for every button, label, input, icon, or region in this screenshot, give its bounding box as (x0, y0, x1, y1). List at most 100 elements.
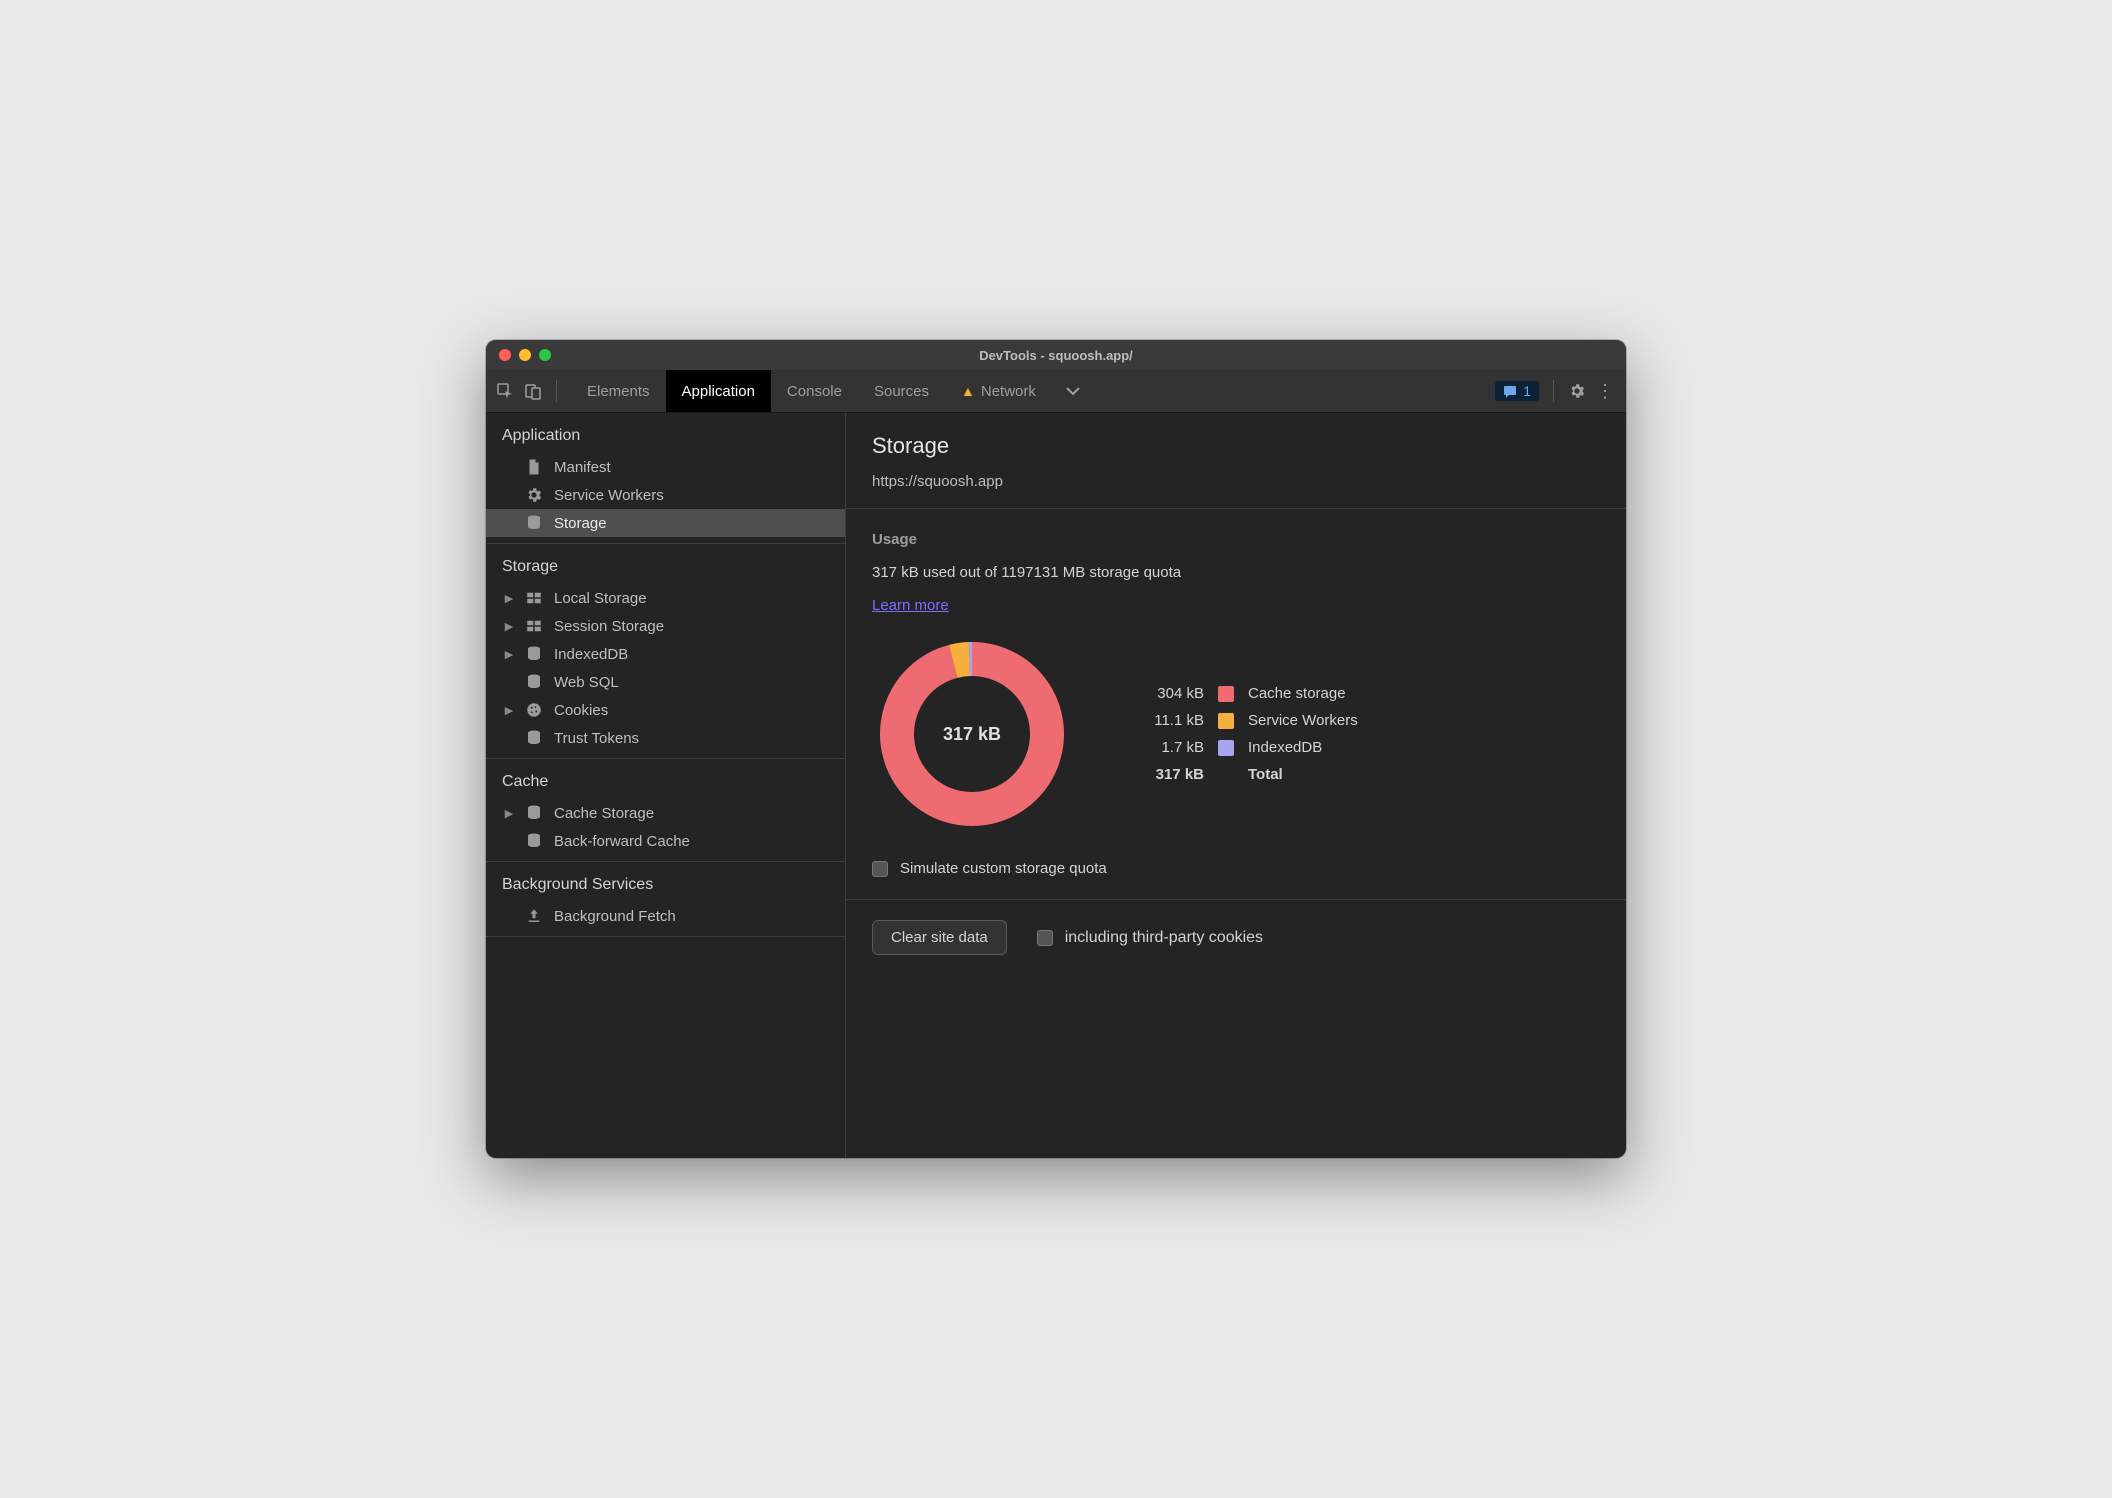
close-icon[interactable] (499, 349, 511, 361)
usage-legend: 304 kBCache storage 11.1 kB Service Worker… (1132, 685, 1358, 783)
sidebar-item-web-sql[interactable]: ▶Web SQL (486, 668, 845, 696)
upload-icon (524, 907, 544, 925)
usage-donut-chart: 317 kB (872, 634, 1072, 834)
sidebar-item-label: Storage (554, 515, 607, 532)
sidebar-group-title: Application (486, 413, 845, 453)
tab-label: Sources (874, 383, 929, 400)
device-toggle-icon[interactable] (524, 382, 542, 400)
more-tabs-icon[interactable] (1052, 385, 1094, 397)
sidebar-item-background-fetch[interactable]: ▶Background Fetch (486, 902, 845, 930)
legend-row: 304 kBCache storage (1132, 685, 1358, 702)
simulate-quota-checkbox[interactable] (872, 861, 888, 877)
sidebar-item-label: Back-forward Cache (554, 833, 690, 850)
legend-row: 1.7 kB IndexedDB (1132, 739, 1358, 756)
legend-row: 317 kBTotal (1132, 766, 1358, 783)
tab-label: Application (682, 383, 755, 400)
legend-swatch (1218, 713, 1234, 729)
legend-label: Service Workers (1248, 712, 1358, 729)
db-icon (524, 729, 544, 747)
sidebar-item-label: Background Fetch (554, 908, 676, 925)
titlebar: DevTools - squoosh.app/ (486, 340, 1626, 370)
minimize-icon[interactable] (519, 349, 531, 361)
sidebar-item-label: Local Storage (554, 590, 647, 607)
issues-badge[interactable]: 1 (1495, 381, 1539, 401)
sidebar-item-local-storage[interactable]: ▶ Local Storage (486, 584, 845, 612)
sidebar-group-title: Background Services (486, 862, 845, 902)
settings-icon[interactable] (1568, 382, 1586, 400)
sidebar-item-label: Session Storage (554, 618, 664, 635)
db-icon (524, 673, 544, 691)
sidebar-group-title: Cache (486, 759, 845, 799)
third-party-cookies-checkbox[interactable] (1037, 930, 1053, 946)
sidebar-item-label: Cookies (554, 702, 608, 719)
donut-total-label: 317 kB (872, 634, 1072, 834)
traffic-lights (486, 349, 551, 361)
tab-label: Elements (587, 383, 650, 400)
origin-url: https://squoosh.app (872, 473, 1600, 490)
sidebar-item-label: Web SQL (554, 674, 619, 691)
tab-application[interactable]: Application (666, 370, 771, 412)
sidebar-item-label: IndexedDB (554, 646, 628, 663)
clear-data-section: Clear site data including third-party co… (846, 900, 1626, 975)
cookie-icon (524, 701, 544, 719)
legend-row: 11.1 kB Service Workers (1132, 712, 1358, 729)
db-icon (524, 804, 544, 822)
sidebar-group-title: Storage (486, 544, 845, 584)
tab-sources[interactable]: Sources (858, 370, 945, 412)
panel-tabs: Elements Application Console Sources ▲ Ne… (571, 370, 1052, 412)
maximize-icon[interactable] (539, 349, 551, 361)
sidebar-item-cache-storage[interactable]: ▶ Cache Storage (486, 799, 845, 827)
sidebar-item-label: Cache Storage (554, 805, 654, 822)
sidebar-item-label: Trust Tokens (554, 730, 639, 747)
window-title: DevTools - squoosh.app/ (486, 348, 1626, 363)
devtools-window: DevTools - squoosh.app/ Elements Applica… (486, 340, 1626, 1158)
tab-network[interactable]: ▲ Network (945, 370, 1052, 412)
legend-size: 11.1 kB (1132, 712, 1204, 729)
usage-section: Usage 317 kB used out of 1197131 MB stor… (846, 509, 1626, 900)
page-title: Storage (872, 433, 1600, 459)
learn-more-link[interactable]: Learn more (872, 597, 949, 614)
legend-label: IndexedDB (1248, 739, 1322, 756)
caret-icon: ▶ (504, 620, 514, 633)
sidebar-item-back-forward-cache[interactable]: ▶Back-forward Cache (486, 827, 845, 855)
sidebar-item-manifest[interactable]: ▶Manifest (486, 453, 845, 481)
legend-size: 1.7 kB (1132, 739, 1204, 756)
warning-icon: ▲ (961, 383, 975, 399)
sidebar-item-session-storage[interactable]: ▶ Session Storage (486, 612, 845, 640)
third-party-cookies-label: including third-party cookies (1065, 929, 1263, 947)
kebab-menu-icon[interactable]: ⋮ (1596, 381, 1614, 402)
tab-console[interactable]: Console (771, 370, 858, 412)
toolbar: Elements Application Console Sources ▲ Ne… (486, 370, 1626, 413)
sidebar-item-cookies[interactable]: ▶Cookies (486, 696, 845, 724)
grid-icon (524, 617, 544, 635)
legend-swatch (1218, 740, 1234, 756)
caret-icon: ▶ (504, 807, 514, 820)
db-icon (524, 645, 544, 663)
legend-label: Cache storage (1248, 685, 1346, 702)
simulate-quota-label: Simulate custom storage quota (900, 860, 1107, 877)
db-icon (524, 514, 544, 532)
separator (556, 380, 557, 402)
sidebar-item-trust-tokens[interactable]: ▶Trust Tokens (486, 724, 845, 752)
panel-header: Storage https://squoosh.app (846, 413, 1626, 509)
sidebar-item-label: Manifest (554, 459, 611, 476)
tab-elements[interactable]: Elements (571, 370, 666, 412)
inspect-icon[interactable] (496, 382, 514, 400)
issue-count: 1 (1523, 383, 1531, 399)
sidebar: Application▶Manifest▶Service Workers▶Sto… (486, 413, 846, 1158)
legend-swatch (1218, 686, 1234, 702)
sidebar-item-indexeddb[interactable]: ▶ IndexedDB (486, 640, 845, 668)
main-panel: Storage https://squoosh.app Usage 317 kB… (846, 413, 1626, 1158)
usage-summary: 317 kB used out of 1197131 MB storage qu… (872, 564, 1600, 581)
legend-size: 317 kB (1132, 766, 1204, 783)
sidebar-item-service-workers[interactable]: ▶Service Workers (486, 481, 845, 509)
tab-label: Network (981, 383, 1036, 400)
db-icon (524, 832, 544, 850)
sidebar-item-label: Service Workers (554, 487, 664, 504)
caret-icon: ▶ (504, 592, 514, 605)
file-icon (524, 458, 544, 476)
clear-site-data-button[interactable]: Clear site data (872, 920, 1007, 955)
sidebar-item-storage[interactable]: ▶Storage (486, 509, 845, 537)
caret-icon: ▶ (504, 648, 514, 661)
button-label: Clear site data (891, 929, 988, 946)
